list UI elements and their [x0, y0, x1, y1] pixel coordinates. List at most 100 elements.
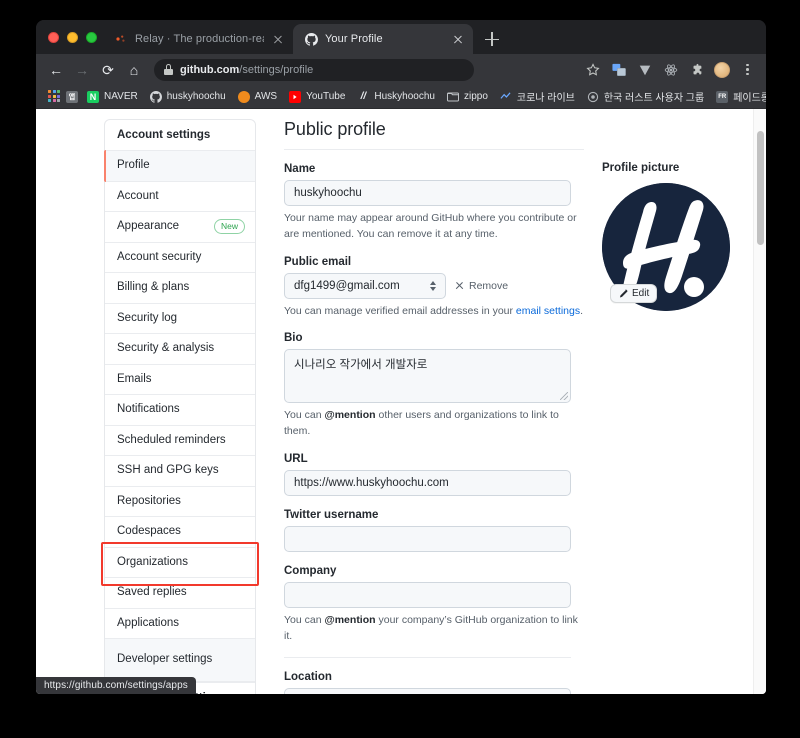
public-email-label: Public email — [284, 255, 352, 268]
sidebar-item-notifications[interactable]: Notifications — [105, 395, 255, 426]
sidebar-item-label: Security log — [117, 311, 178, 324]
bookmark-naver[interactable]: N NAVER — [81, 89, 144, 105]
translate-icon[interactable] — [610, 61, 627, 78]
mention-token: @mention — [324, 613, 376, 626]
field-public-email: Public email dfg1499@gmail.com Remove Yo… — [284, 256, 584, 320]
edit-label: Edit — [632, 288, 650, 299]
sidebar-item-label: Scheduled reminders — [117, 433, 226, 446]
bio-textarea[interactable]: 시나리오 작가에서 개발자로 — [284, 349, 571, 404]
sidebar-item-label: Appearance — [117, 220, 180, 233]
sidebar-item-label: Notifications — [117, 403, 180, 416]
tab-strip: Relay · The production-ready G Your Prof… — [36, 20, 766, 54]
sidebar-item-account[interactable]: Account — [105, 181, 255, 213]
avatar-wrap: Edit — [602, 183, 730, 311]
relay-icon — [114, 32, 128, 46]
aws-icon — [237, 90, 250, 103]
company-input[interactable] — [284, 581, 571, 608]
sidebar-item-label: Security & analysis — [117, 342, 215, 355]
bookmark-app-store[interactable]: 앱 — [63, 89, 81, 105]
new-badge: New — [213, 219, 245, 235]
remove-email-button[interactable]: Remove — [455, 280, 508, 292]
sidebar-item-organizations[interactable]: Organizations — [105, 547, 255, 579]
youtube-icon — [289, 90, 302, 103]
bio-hint: You can @mention other users and organiz… — [284, 408, 584, 440]
chrome-menu-icon[interactable] — [739, 61, 756, 78]
sidebar-item-scheduled-reminders[interactable]: Scheduled reminders — [105, 425, 255, 457]
sidebar-item-appearance[interactable]: Appearance New — [105, 212, 255, 243]
sidebar-item-codespaces[interactable]: Codespaces — [105, 517, 255, 548]
bookmark-label: 한국 러스트 사용자 그룹 — [603, 93, 705, 104]
rust-icon — [587, 91, 599, 103]
sidebar-item-security-log[interactable]: Security log — [105, 303, 255, 335]
company-label: Company — [284, 564, 337, 577]
sidebar-item-label: Repositories — [117, 494, 181, 507]
public-email-select[interactable]: dfg1499@gmail.com — [284, 272, 446, 299]
bookmark-youtube[interactable]: YouTube — [283, 89, 351, 105]
bookmark-rust-korea[interactable]: 한국 러스트 사용자 그룹 — [581, 87, 710, 106]
sidebar-item-applications[interactable]: Applications — [105, 608, 255, 640]
url-input[interactable]: https://www.huskyhoochu.com — [284, 469, 571, 496]
vimium-icon[interactable] — [636, 61, 653, 78]
location-label: Location — [284, 671, 332, 684]
forward-button[interactable]: → — [70, 58, 94, 82]
chevron-updown-icon — [430, 280, 436, 291]
back-button[interactable]: ← — [44, 58, 68, 82]
sidebar-item-security-analysis[interactable]: Security & analysis — [105, 334, 255, 365]
email-settings-link[interactable]: email settings — [516, 305, 580, 317]
bookmark-huskyhoochu-blog[interactable]: // Huskyhoochu — [351, 89, 441, 105]
address-bar[interactable]: github.com/settings/profile — [154, 58, 474, 81]
edit-avatar-button[interactable]: Edit — [610, 284, 658, 303]
close-tab-button[interactable] — [451, 32, 465, 46]
profile-picture-label: Profile picture — [602, 162, 680, 174]
bookmark-huskyhoochu-github[interactable]: huskyhoochu — [144, 89, 232, 105]
tab-title: Relay · The production-ready G — [135, 33, 264, 45]
sidebar-item-billing-plans[interactable]: Billing & plans — [105, 273, 255, 304]
settings-content: Public profile Name huskyhoochu Your nam… — [256, 119, 766, 694]
apps-grid-icon — [48, 90, 61, 103]
new-tab-button[interactable] — [479, 26, 505, 52]
sidebar-item-account-security[interactable]: Account security — [105, 242, 255, 274]
name-input[interactable]: huskyhoochu — [284, 180, 571, 206]
lock-icon — [164, 64, 173, 75]
close-tab-button[interactable] — [271, 32, 285, 46]
bookmark-zippo[interactable]: zippo — [441, 89, 494, 105]
app-store-icon: 앱 — [66, 90, 78, 103]
browser-tab-your-profile[interactable]: Your Profile — [293, 24, 473, 54]
naver-icon: N — [87, 90, 99, 103]
react-devtools-icon[interactable] — [662, 61, 679, 78]
sidebar-item-emails[interactable]: Emails — [105, 364, 255, 396]
bookmark-fadelong[interactable]: FR 페이드롱 — [710, 87, 766, 106]
url-path: /settings/profile — [239, 63, 314, 76]
extensions-puzzle-icon[interactable] — [688, 61, 705, 78]
home-button[interactable]: ⌂ — [122, 58, 146, 82]
field-twitter: Twitter username — [284, 509, 584, 552]
sidebar-item-label: Developer settings — [117, 653, 213, 666]
bookmark-apps-grid[interactable] — [42, 88, 63, 105]
bookmark-aws[interactable]: AWS — [232, 89, 283, 105]
profile-avatar-icon[interactable] — [714, 61, 730, 78]
reload-button[interactable]: ⟳ — [96, 58, 120, 82]
maximize-window-button[interactable] — [86, 31, 97, 43]
scrollbar-thumb[interactable] — [757, 131, 764, 245]
field-url: URL https://www.huskyhoochu.com — [284, 453, 584, 496]
twitter-label: Twitter username — [284, 508, 379, 521]
browser-tab-relay[interactable]: Relay · The production-ready G — [103, 24, 293, 54]
close-window-button[interactable] — [48, 31, 59, 43]
sidebar-item-saved-replies[interactable]: Saved replies — [105, 578, 255, 609]
twitter-input[interactable] — [284, 525, 571, 552]
sidebar-item-repositories[interactable]: Repositories — [105, 486, 255, 518]
name-hint: Your name may appear around GitHub where… — [284, 212, 577, 240]
browser-window: Relay · The production-ready G Your Prof… — [36, 20, 766, 694]
sidebar-item-ssh-gpg-keys[interactable]: SSH and GPG keys — [105, 456, 255, 487]
page-scrollbar[interactable] — [753, 109, 766, 694]
location-input[interactable] — [284, 688, 571, 694]
minimize-window-button[interactable] — [67, 31, 78, 43]
resize-handle[interactable] — [560, 392, 568, 401]
window-traffic-lights — [44, 20, 103, 54]
bookmark-label: 코로나 라이브 — [516, 93, 575, 104]
bookmark-corona-live[interactable]: 코로나 라이브 — [494, 87, 581, 106]
bookmark-star-icon[interactable] — [584, 61, 601, 78]
sidebar-item-profile[interactable]: Profile — [104, 150, 255, 182]
github-icon — [149, 90, 162, 103]
sidebar-item-developer-settings[interactable]: Developer settings — [105, 639, 255, 682]
